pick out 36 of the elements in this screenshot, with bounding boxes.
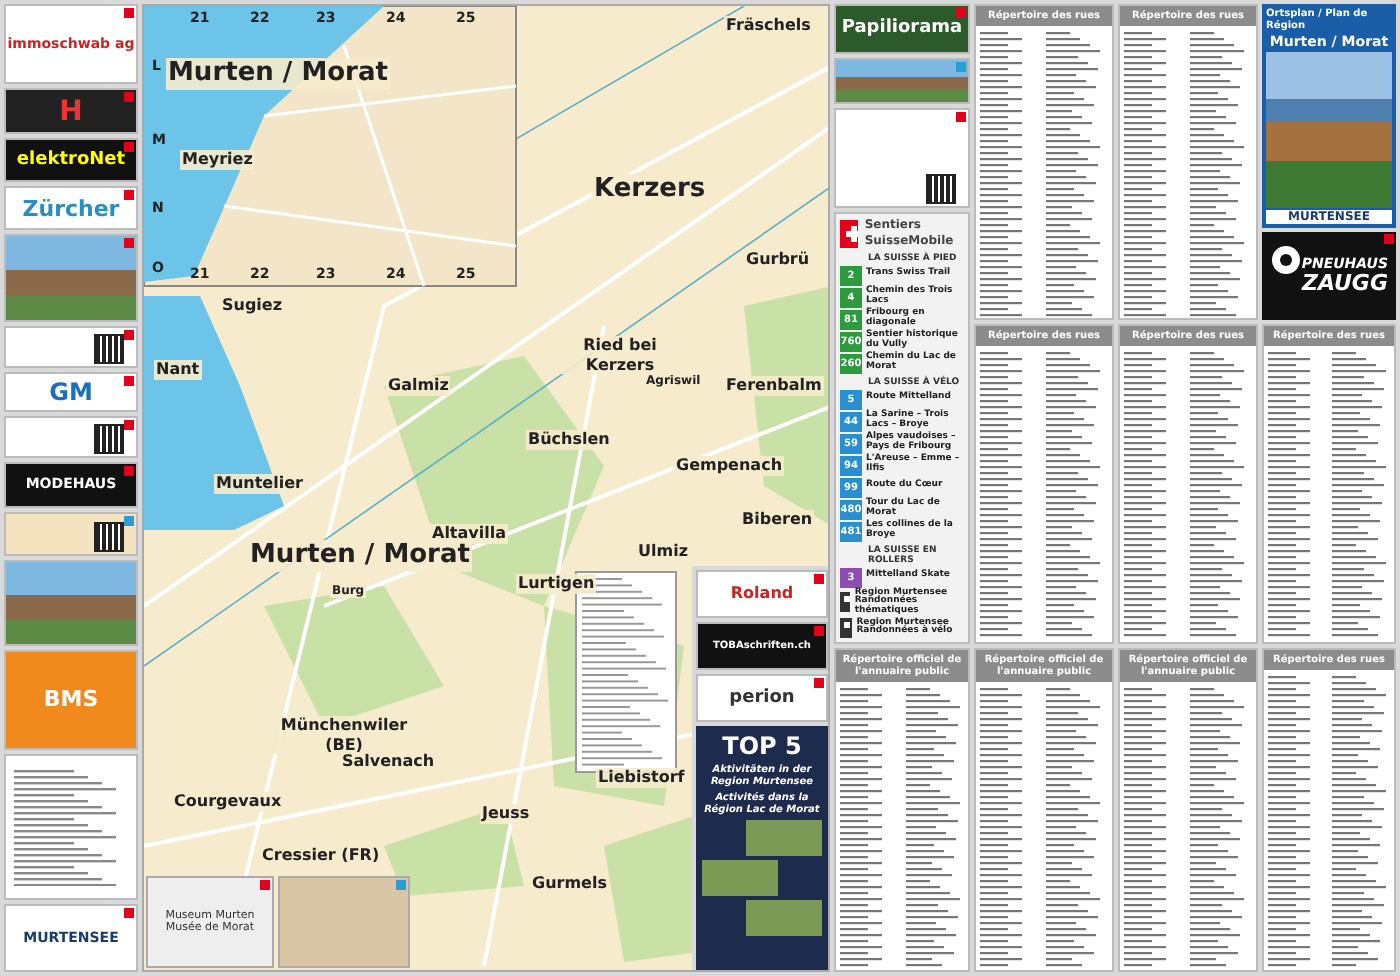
place-label: Liebistorf (596, 768, 687, 788)
promo-title: TOP 5 (722, 732, 802, 760)
place-label: Muntelier (214, 474, 305, 494)
place-label: Nant (154, 360, 202, 380)
place-label: Murten / Morat (248, 540, 472, 572)
logo-text: elektroNet (16, 151, 126, 170)
place-label: Gurmels (530, 874, 609, 894)
place-label: Biberen (740, 510, 815, 530)
place-label: Gurbrü (744, 250, 812, 270)
logo-text: ZAUGG (1302, 272, 1388, 294)
place-label: Sugiez (220, 296, 285, 316)
place-label: Cressier (FR) (260, 846, 382, 866)
place-label: Büchslen (526, 430, 612, 450)
place-label: Courgevaux (172, 792, 284, 812)
place-label: Ferenbalm (724, 376, 824, 396)
logo-text: BMS (43, 688, 99, 711)
tire-icon (1270, 244, 1302, 276)
logo-text: Roland (730, 586, 794, 602)
cross-logo-icon (840, 219, 859, 248)
photo-placeholder (702, 860, 778, 896)
logo-text: GM (49, 380, 93, 405)
logo-text: H (59, 97, 83, 126)
photo-placeholder (746, 900, 822, 936)
place-label: Salvenach (340, 752, 437, 772)
place-label: Murten / Morat (166, 58, 390, 90)
photo-placeholder (746, 820, 822, 856)
logo-text: perion (729, 689, 795, 707)
place-label: Ulmiz (636, 542, 690, 562)
logo-text: Zürcher (22, 197, 120, 220)
place-label: Jeuss (480, 804, 532, 824)
place-label: Lurtigen (516, 574, 597, 594)
place-label: Galmiz (386, 376, 451, 396)
place-label: Gempenach (674, 456, 785, 476)
place-label: Fräschels (724, 16, 813, 36)
logo-text: Papiliorama (841, 19, 963, 38)
place-label: Meyriez (180, 150, 255, 170)
